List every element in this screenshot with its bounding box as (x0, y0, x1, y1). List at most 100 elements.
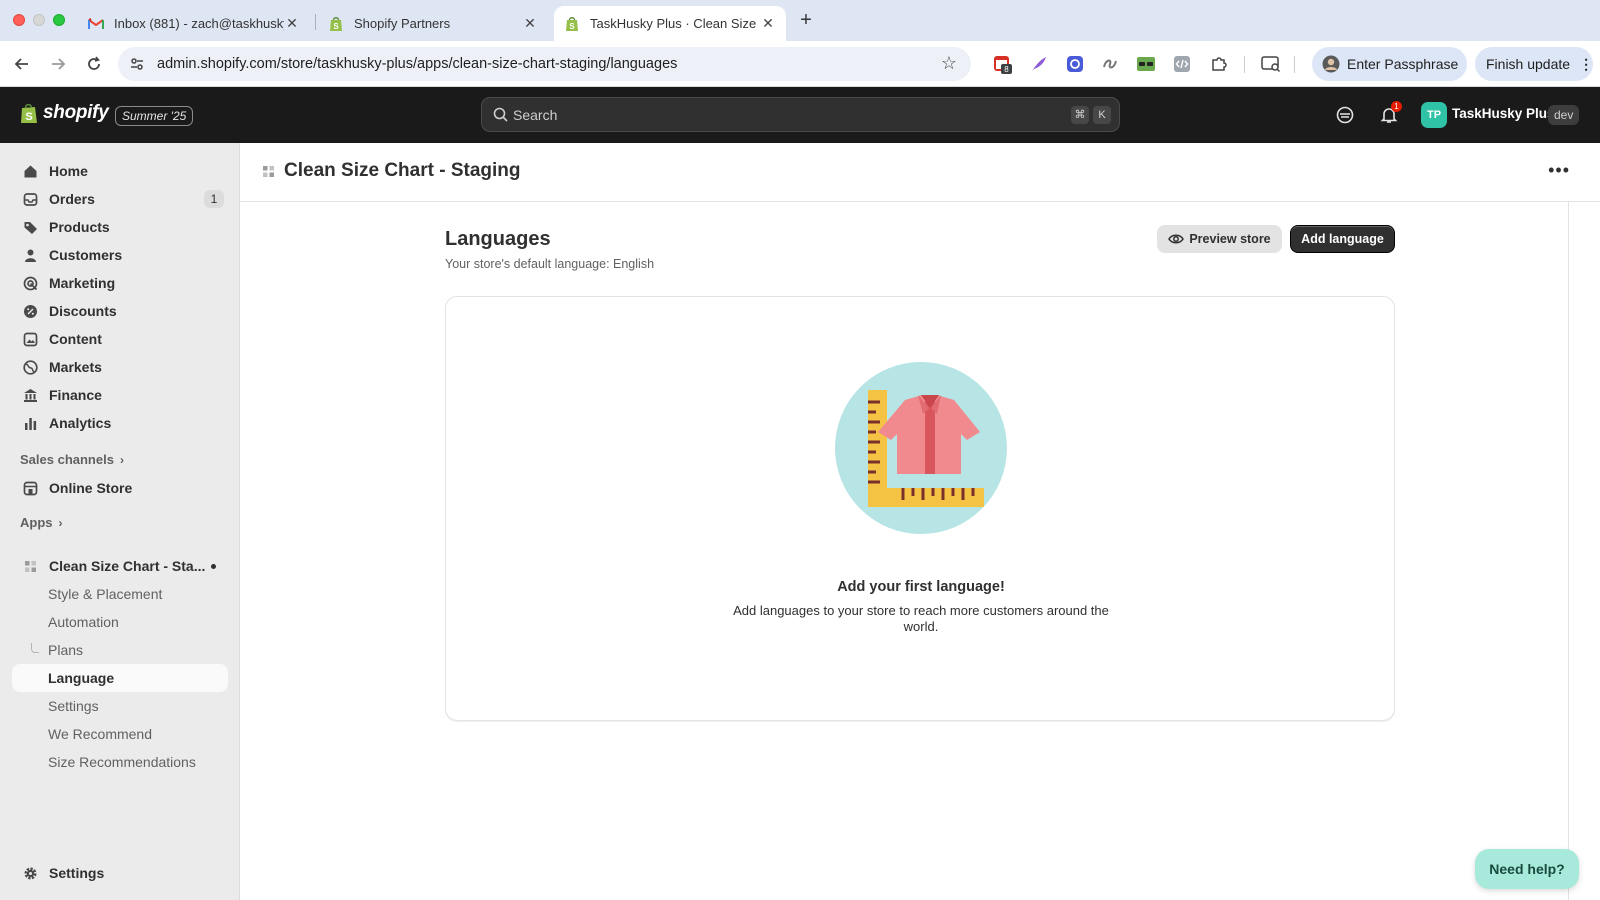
notification-count-badge: 1 (1391, 101, 1402, 112)
sidebar-item-settings[interactable]: Settings (12, 859, 228, 887)
shortcut-key-k: K (1093, 106, 1111, 124)
svg-text:S: S (569, 22, 575, 31)
tab-close-icon[interactable]: ✕ (522, 15, 538, 32)
shopify-bag-icon: S (564, 16, 580, 32)
window-zoom-button[interactable] (53, 14, 65, 26)
pin-dot-icon[interactable] (211, 564, 216, 569)
extension-glasses-icon[interactable] (1136, 54, 1156, 74)
sidekick-icon[interactable] (1334, 104, 1356, 126)
toolbar-separator (1244, 56, 1245, 73)
store-name[interactable]: TaskHusky Plus (1452, 106, 1555, 121)
browser-tab-gmail[interactable]: Inbox (881) - zach@taskhusky.com ✕ (78, 6, 310, 41)
window-minimize-button[interactable] (33, 14, 45, 26)
sidebar-subitem-label: Language (48, 670, 115, 686)
site-settings-icon[interactable] (128, 55, 146, 73)
sales-channels-header[interactable]: Sales channels › (20, 452, 124, 467)
new-tab-icon[interactable]: + (796, 9, 816, 32)
search-icon (493, 107, 508, 125)
sidebar-item-markets[interactable]: Markets (12, 353, 228, 381)
app-title: Clean Size Chart - Staging (284, 160, 521, 181)
edition-badge[interactable]: Summer '25 (115, 106, 194, 126)
tab-search-icon[interactable] (1261, 54, 1281, 74)
search-bar[interactable]: Search ⌘ K (481, 97, 1120, 132)
sidebar-item-label: Orders (49, 191, 95, 207)
window-close-button[interactable] (13, 14, 25, 26)
browser-tab-taskhusky-active[interactable]: S TaskHusky Plus · Clean Size Chart - St… (554, 6, 786, 41)
reload-icon[interactable] (82, 52, 106, 76)
empty-state-title: Add your first language! (837, 579, 1005, 595)
preview-store-button[interactable]: Preview store (1157, 225, 1282, 253)
profile-passphrase-button[interactable]: Enter Passphrase (1312, 47, 1467, 81)
finish-update-label: Finish update (1486, 56, 1571, 72)
extension-feather-icon[interactable] (1029, 54, 1049, 74)
shopify-logo[interactable]: S shopify (20, 102, 109, 124)
sidebar-item-analytics[interactable]: Analytics (12, 409, 228, 437)
sidebar-subitem-label: We Recommend (48, 726, 153, 742)
shopify-bag-icon: S (20, 103, 38, 124)
page-subtitle: Your store's default language: English (445, 257, 655, 271)
notifications-bell-icon[interactable]: 1 (1378, 101, 1402, 126)
storefront-icon (22, 480, 38, 496)
sidebar-item-label: Home (49, 163, 88, 179)
chevron-right-icon: › (58, 515, 63, 530)
shopify-top-bar: S shopify Summer '25 Search ⌘ K 1 TP Tas… (0, 87, 1600, 143)
sidebar-item-home[interactable]: Home (12, 157, 228, 185)
more-options-icon[interactable]: ••• (1548, 160, 1570, 181)
sidebar-item-label: Online Store (49, 480, 133, 496)
bar-chart-icon (22, 415, 38, 431)
tab-title: Inbox (881) - zach@taskhusky.com (114, 16, 284, 31)
sidebar-subitem-language[interactable]: Language (12, 664, 228, 692)
sidebar-item-label: Markets (49, 359, 102, 375)
sidebar-item-customers[interactable]: Customers (12, 241, 228, 269)
extension-gear-badge-icon[interactable] (1065, 54, 1085, 74)
back-icon[interactable] (10, 52, 34, 76)
forward-icon[interactable] (46, 52, 70, 76)
empty-state-card: Add your first language! Add languages t… (445, 296, 1395, 721)
sidebar-item-online-store[interactable]: Online Store (12, 474, 228, 502)
tab-close-icon[interactable]: ✕ (760, 15, 776, 32)
sidebar-item-marketing[interactable]: Marketing (12, 269, 228, 297)
sidebar-item-products[interactable]: Products (12, 213, 228, 241)
sidebar-item-app-clean-size-chart[interactable]: Clean Size Chart - Sta... (12, 552, 228, 580)
extension-calendar-icon[interactable]: 8 (993, 54, 1013, 74)
address-bar[interactable]: admin.shopify.com/store/taskhusky-plus/a… (118, 47, 971, 81)
content-icon (22, 331, 38, 347)
sidebar-item-finance[interactable]: Finance (12, 381, 228, 409)
discount-icon (22, 303, 38, 319)
bookmark-star-icon[interactable]: ☆ (941, 53, 957, 74)
sidebar-item-label: Products (49, 219, 110, 235)
tab-close-icon[interactable]: ✕ (284, 15, 300, 32)
logo-text: shopify (43, 102, 109, 123)
url-text[interactable]: admin.shopify.com/store/taskhusky-plus/a… (157, 56, 677, 72)
toolbar-separator (1294, 56, 1295, 73)
sidebar-subitem-label: Size Recommendations (48, 754, 196, 770)
subnav-connector-line (31, 643, 39, 653)
add-language-button[interactable]: Add language (1290, 225, 1395, 253)
sidebar-subitem-plans[interactable]: Plans (12, 636, 228, 664)
sidebar-subitem-label: Style & Placement (48, 586, 163, 602)
store-avatar[interactable]: TP (1421, 102, 1447, 128)
gear-icon (22, 865, 38, 881)
svg-text:S: S (333, 22, 339, 31)
shopify-bag-icon: S (328, 16, 344, 32)
kebab-menu-icon: ⋮ (1579, 55, 1594, 72)
extensions-puzzle-icon[interactable] (1209, 54, 1229, 74)
sidebar-item-label: Clean Size Chart - Sta... (49, 558, 206, 574)
svg-text:8: 8 (1004, 65, 1009, 74)
sidebar-item-content[interactable]: Content (12, 325, 228, 353)
sidebar-subitem-we-recommend[interactable]: We Recommend (12, 720, 228, 748)
browser-tab-shopify-partners[interactable]: S Shopify Partners ✕ (318, 6, 548, 41)
sidebar-subitem-style-placement[interactable]: Style & Placement (12, 580, 228, 608)
apps-header[interactable]: Apps › (20, 515, 63, 530)
sidebar-subitem-automation[interactable]: Automation (12, 608, 228, 636)
finish-update-button[interactable]: Finish update ⋮ (1475, 47, 1593, 81)
sidebar-subitem-size-recommendations[interactable]: Size Recommendations (12, 748, 228, 776)
sidebar-item-discounts[interactable]: Discounts (12, 297, 228, 325)
sidebar-item-orders[interactable]: Orders 1 (12, 185, 228, 213)
need-help-button[interactable]: Need help? (1475, 849, 1579, 889)
sidebar-subitem-settings[interactable]: Settings (12, 692, 228, 720)
extension-swirl-icon[interactable] (1100, 54, 1120, 74)
extension-code-icon[interactable] (1172, 54, 1192, 74)
env-badge: dev (1548, 105, 1580, 125)
main-content: Clean Size Chart - Staging ••• Languages… (240, 143, 1600, 900)
